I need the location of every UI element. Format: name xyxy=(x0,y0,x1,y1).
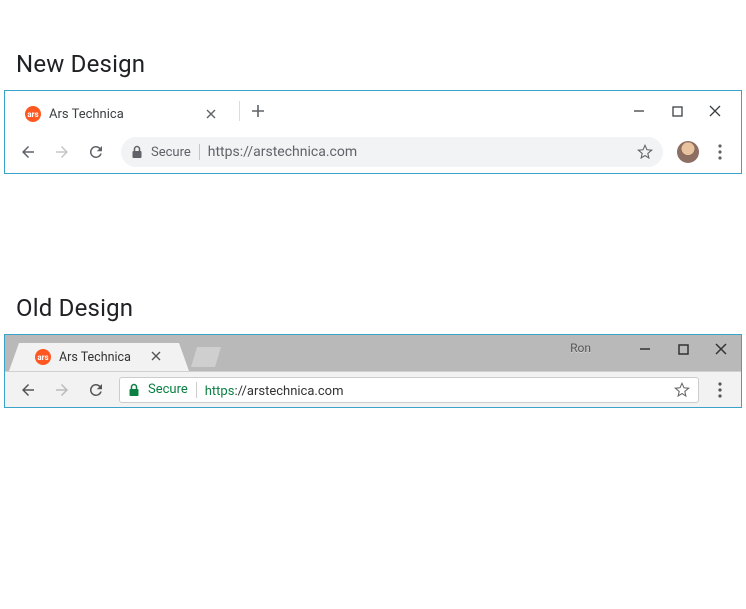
profile-name[interactable]: Ron xyxy=(570,341,591,355)
reload-button[interactable] xyxy=(81,137,111,167)
close-window-icon[interactable] xyxy=(713,341,729,357)
favicon-ars-icon: ars xyxy=(25,106,41,122)
forward-button[interactable] xyxy=(47,375,77,405)
url-scheme: https xyxy=(205,384,235,399)
tab-strip: ars Ars Technica Ron xyxy=(5,335,741,371)
tab-divider xyxy=(239,101,240,121)
tab-title: Ars Technica xyxy=(59,350,143,365)
forward-button[interactable] xyxy=(47,137,77,167)
address-bar[interactable]: Secure https://arstechnica.com xyxy=(121,137,663,167)
close-window-icon[interactable] xyxy=(707,103,723,119)
favicon-ars-icon: ars xyxy=(35,349,51,365)
menu-button[interactable] xyxy=(707,377,733,403)
tab-strip: ars Ars Technica xyxy=(5,91,741,131)
browser-window-new: ars Ars Technica Secu xyxy=(4,90,742,174)
bookmark-star-icon[interactable] xyxy=(637,144,653,160)
tab-title: Ars Technica xyxy=(49,107,195,122)
tab-active[interactable]: ars Ars Technica xyxy=(11,97,231,131)
close-tab-icon[interactable] xyxy=(203,106,219,122)
bookmark-star-icon[interactable] xyxy=(674,382,690,398)
omnibox-divider xyxy=(196,382,197,398)
lock-icon xyxy=(131,145,143,159)
heading-new-design: New Design xyxy=(16,50,746,78)
toolbar: Secure https://arstechnica.com xyxy=(5,131,741,173)
omnibox-divider xyxy=(199,144,200,160)
back-button[interactable] xyxy=(13,137,43,167)
address-bar[interactable]: Secure https://arstechnica.com xyxy=(119,377,699,403)
menu-button[interactable] xyxy=(707,139,733,165)
close-tab-icon[interactable] xyxy=(151,349,161,365)
maximize-icon[interactable] xyxy=(669,103,685,119)
new-tab-button[interactable] xyxy=(191,347,221,367)
tab-active[interactable]: ars Ars Technica xyxy=(9,343,189,371)
profile-avatar[interactable] xyxy=(677,141,699,163)
minimize-icon[interactable] xyxy=(631,103,647,119)
window-controls xyxy=(631,103,741,119)
browser-window-old: ars Ars Technica Ron Secure xyxy=(4,334,742,408)
secure-label: Secure xyxy=(148,382,188,397)
toolbar: Secure https://arstechnica.com xyxy=(5,371,741,407)
minimize-icon[interactable] xyxy=(637,341,653,357)
maximize-icon[interactable] xyxy=(675,341,691,357)
new-tab-button[interactable] xyxy=(244,97,272,125)
url-text: https://arstechnica.com xyxy=(205,380,344,399)
secure-label: Secure xyxy=(151,145,191,160)
reload-button[interactable] xyxy=(81,375,111,405)
lock-icon xyxy=(128,383,140,397)
back-button[interactable] xyxy=(13,375,43,405)
url-rest: ://arstechnica.com xyxy=(234,384,343,399)
url-text: https://arstechnica.com xyxy=(208,144,629,160)
heading-old-design: Old Design xyxy=(16,294,746,322)
window-controls xyxy=(637,341,729,357)
